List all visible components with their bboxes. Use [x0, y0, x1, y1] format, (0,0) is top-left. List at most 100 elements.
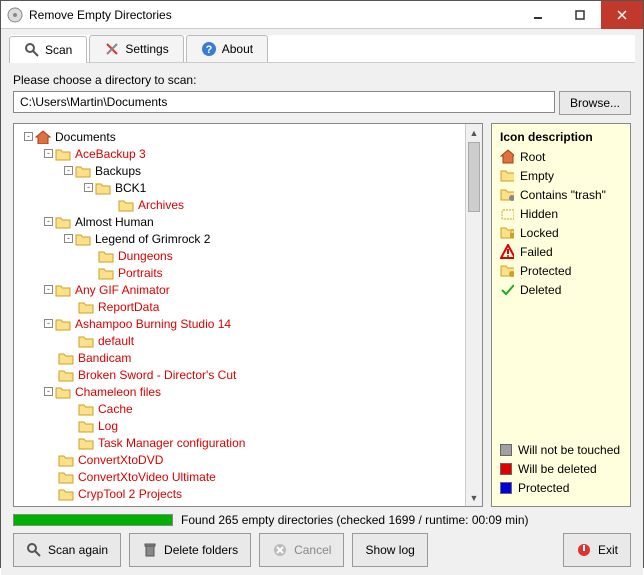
tab-about[interactable]: About: [186, 35, 268, 62]
legend-label: Protected: [518, 481, 569, 495]
button-label: Exit: [598, 543, 618, 557]
expander-icon: [44, 369, 56, 381]
folder-icon: [55, 147, 71, 160]
scroll-thumb[interactable]: [468, 142, 480, 212]
legend-label: Hidden: [520, 207, 558, 221]
legend-label: Protected: [520, 264, 571, 278]
tree-node[interactable]: ConvertXtoDVD: [16, 451, 463, 468]
button-row: Scan again Delete folders Cancel Show lo…: [13, 533, 631, 567]
root-icon: [500, 150, 514, 164]
legend-color-item: Protected: [500, 481, 622, 495]
tree-node[interactable]: Task Manager configuration: [16, 434, 463, 451]
window-title: Remove Empty Directories: [29, 8, 517, 22]
tree-node[interactable]: Broken Sword - Director's Cut: [16, 366, 463, 383]
scroll-up-button[interactable]: ▲: [466, 124, 482, 141]
button-label: Delete folders: [164, 543, 238, 557]
settings-icon: [104, 41, 120, 57]
tree-scrollbar[interactable]: ▲ ▼: [465, 124, 482, 506]
folder-icon: [500, 169, 514, 183]
cancel-button[interactable]: Cancel: [259, 533, 344, 567]
tree-node[interactable]: Dungeons: [16, 247, 463, 264]
expander-icon[interactable]: -: [44, 319, 53, 328]
expander-icon[interactable]: -: [44, 285, 53, 294]
tree-node[interactable]: -Backups: [16, 162, 463, 179]
legend-color-item: Will not be touched: [500, 443, 622, 457]
directory-tree[interactable]: -Documents-AceBackup 3-Backups-BCK1Archi…: [13, 123, 483, 507]
browse-button[interactable]: Browse...: [559, 91, 631, 115]
scroll-down-button[interactable]: ▼: [466, 489, 482, 506]
tree-node-label: Task Manager configuration: [98, 436, 245, 450]
delete-folders-button[interactable]: Delete folders: [129, 533, 251, 567]
expander-icon: [44, 454, 56, 466]
status-row: Found 265 empty directories (checked 169…: [13, 513, 631, 527]
expander-icon[interactable]: -: [44, 387, 53, 396]
tree-node[interactable]: CrypTool 2 Projects: [16, 485, 463, 502]
maximize-button[interactable]: [559, 1, 601, 29]
scan-again-button[interactable]: Scan again: [13, 533, 121, 567]
folder-icon: [78, 334, 94, 347]
tree-node[interactable]: Portraits: [16, 264, 463, 281]
folder-icon: [75, 232, 91, 245]
folder-icon: [78, 419, 94, 432]
minimize-button[interactable]: [517, 1, 559, 29]
path-row: Browse...: [13, 91, 631, 115]
tree-node[interactable]: -BCK1: [16, 179, 463, 196]
expander-icon[interactable]: -: [44, 149, 53, 158]
legend-label: Locked: [520, 226, 559, 240]
color-swatch: [500, 482, 512, 494]
tree-node-label: ConvertXtoVideo Ultimate: [78, 470, 216, 484]
tree-node[interactable]: -AceBackup 3: [16, 145, 463, 162]
tree-node[interactable]: ReportData: [16, 298, 463, 315]
tree-node[interactable]: -Documents: [16, 128, 463, 145]
expander-icon: [64, 403, 76, 415]
close-button[interactable]: [601, 1, 643, 29]
tree-node-label: Dungeons: [118, 249, 173, 263]
legend-panel: Icon description RootEmptyContains "tras…: [491, 123, 631, 507]
tree-node[interactable]: -Any GIF Animator: [16, 281, 463, 298]
tree-node-label: Chameleon files: [75, 385, 161, 399]
expander-icon[interactable]: -: [24, 132, 33, 141]
tree-node[interactable]: Cache: [16, 400, 463, 417]
tree-node-label: Bandicam: [78, 351, 131, 365]
tab-bar: Scan Settings About: [9, 35, 635, 63]
exit-button[interactable]: Exit: [563, 533, 631, 567]
tree-node[interactable]: ConvertXtoVideo Ultimate: [16, 468, 463, 485]
expander-icon: [44, 352, 56, 364]
titlebar: Remove Empty Directories: [1, 1, 643, 29]
tab-label: About: [222, 42, 253, 56]
tree-node-label: Almost Human: [75, 215, 154, 229]
app-window: Remove Empty Directories Scan Settings A…: [0, 0, 644, 568]
expander-icon: [44, 471, 56, 483]
tree-node[interactable]: - Chameleon files: [16, 383, 463, 400]
path-input[interactable]: [13, 91, 555, 113]
legend-item: Deleted: [500, 283, 622, 297]
tab-settings[interactable]: Settings: [89, 35, 183, 62]
tree-node[interactable]: Log: [16, 417, 463, 434]
cancel-icon: [272, 542, 288, 558]
tree-node[interactable]: -Ashampoo Burning Studio 14: [16, 315, 463, 332]
expander-icon: [84, 250, 96, 262]
tree-node[interactable]: Bandicam: [16, 349, 463, 366]
tab-label: Settings: [125, 42, 168, 56]
folder-icon: [98, 266, 114, 279]
failed-icon: [500, 245, 514, 259]
button-label: Cancel: [294, 543, 331, 557]
tree-node-label: ReportData: [98, 300, 159, 314]
expander-icon[interactable]: -: [84, 183, 93, 192]
folder-icon: [95, 181, 111, 194]
tree-node[interactable]: Archives: [16, 196, 463, 213]
progress-bar: [13, 514, 173, 526]
folder-icon: [78, 300, 94, 313]
tree-node[interactable]: default: [16, 332, 463, 349]
tab-scan[interactable]: Scan: [9, 36, 87, 63]
tree-node[interactable]: - Almost Human: [16, 213, 463, 230]
folder-icon: [75, 164, 91, 177]
expander-icon[interactable]: -: [44, 217, 53, 226]
folder-icon: [58, 487, 74, 500]
tree-node[interactable]: -Legend of Grimrock 2: [16, 230, 463, 247]
folder-icon: [78, 436, 94, 449]
expander-icon[interactable]: -: [64, 234, 73, 243]
expander-icon: [64, 301, 76, 313]
expander-icon[interactable]: -: [64, 166, 73, 175]
show-log-button[interactable]: Show log: [352, 533, 427, 567]
